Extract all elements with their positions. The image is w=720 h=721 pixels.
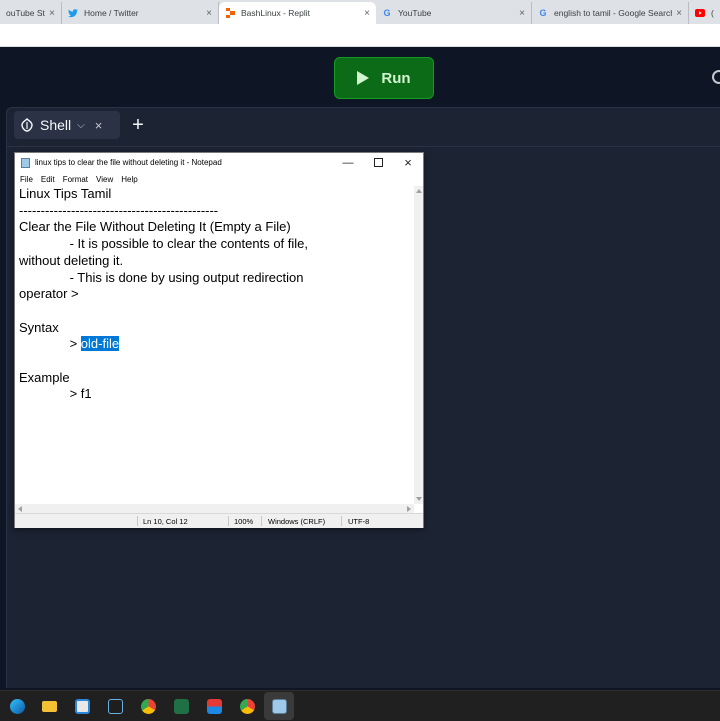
- tab-title: BashLinux - Replit: [241, 8, 310, 18]
- maximize-icon[interactable]: [363, 153, 393, 172]
- twitter-icon: [68, 8, 78, 18]
- close-icon[interactable]: ×: [206, 8, 212, 19]
- notepad-titlebar[interactable]: linux tips to clear the file without del…: [15, 153, 423, 172]
- status-divider: [341, 516, 342, 526]
- chevron-down-icon[interactable]: ⌵: [77, 120, 85, 131]
- text-line: Syntax: [19, 319, 59, 335]
- play-icon: [357, 71, 370, 85]
- tab-replit[interactable]: BashLinux - Replit ×: [219, 2, 376, 24]
- google-icon: G: [383, 8, 391, 18]
- text-line: Clear the File Without Deleting It (Empt…: [19, 219, 291, 235]
- status-divider: [261, 516, 262, 526]
- chrome-icon[interactable]: [141, 699, 156, 714]
- menu-help[interactable]: Help: [121, 175, 137, 184]
- text-line: without deleting it.: [19, 252, 124, 268]
- tab-google-search[interactable]: G english to tamil - Google Search ×: [532, 2, 689, 24]
- text-line: Example: [19, 369, 70, 385]
- status-divider: [228, 516, 229, 526]
- close-icon[interactable]: ×: [364, 8, 370, 19]
- close-icon[interactable]: ×: [393, 153, 423, 172]
- replit-icon: [225, 8, 235, 18]
- file-explorer-icon[interactable]: [42, 701, 57, 712]
- notepad-statusbar: Ln 10, Col 12 100% Windows (CRLF) UTF-8: [15, 513, 423, 528]
- store-icon[interactable]: [75, 699, 90, 714]
- run-button[interactable]: Run: [334, 57, 434, 99]
- window-title: linux tips to clear the file without del…: [35, 158, 222, 167]
- tab-youtube[interactable]: G YouTube ×: [376, 2, 532, 24]
- close-icon[interactable]: ×: [676, 8, 682, 19]
- text-line: operator >: [19, 286, 79, 302]
- notepad-window: linux tips to clear the file without del…: [14, 152, 424, 528]
- notepad-menubar: File Edit Format View Help: [15, 172, 423, 186]
- edge-icon[interactable]: [10, 699, 25, 714]
- horizontal-scrollbar[interactable]: [15, 504, 414, 513]
- menu-format[interactable]: Format: [63, 175, 88, 184]
- chrome-profile-icon[interactable]: [240, 699, 255, 714]
- tab-youtube-studio[interactable]: ouTube Stu ×: [0, 2, 62, 24]
- close-icon[interactable]: ×: [49, 8, 55, 19]
- notepad-text-area[interactable]: Linux Tips Tamil ------------------------…: [19, 186, 409, 648]
- selected-text: old-file: [80, 336, 120, 352]
- scroll-right-icon[interactable]: [407, 506, 411, 512]
- scroll-left-icon[interactable]: [18, 506, 22, 512]
- tab-youtube-video[interactable]: (: [689, 2, 720, 24]
- text-line: > old-file: [19, 336, 409, 353]
- text-line: > f1: [19, 386, 92, 402]
- status-divider: [137, 516, 138, 526]
- menu-view[interactable]: View: [96, 175, 113, 184]
- add-tab-button[interactable]: +: [128, 113, 148, 137]
- zoom-level: 100%: [234, 517, 254, 526]
- run-button-label: Run: [381, 69, 411, 87]
- scroll-down-icon[interactable]: [416, 497, 422, 501]
- shell-tab-label: Shell: [40, 117, 72, 133]
- tab-title: english to tamil - Google Search: [554, 8, 673, 18]
- text-line: ----------------------------------------…: [19, 202, 219, 218]
- minimize-icon[interactable]: —: [333, 153, 363, 172]
- app-icon[interactable]: [207, 699, 222, 714]
- tab-twitter[interactable]: Home / Twitter ×: [62, 2, 219, 24]
- google-icon: G: [539, 8, 547, 18]
- browser-tab-strip: ouTube Stu × Home / Twitter × BashLinux …: [0, 0, 720, 24]
- notepad-icon[interactable]: [272, 699, 287, 714]
- notepad-icon: [21, 157, 30, 168]
- scroll-up-icon[interactable]: [416, 189, 422, 193]
- youtube-icon: [695, 8, 705, 18]
- profile-icon[interactable]: [712, 70, 720, 84]
- close-icon[interactable]: ×: [519, 8, 525, 19]
- close-icon[interactable]: ×: [95, 118, 103, 133]
- excel-icon[interactable]: [174, 699, 189, 714]
- text-line: - It is possible to clear the contents o…: [19, 236, 309, 252]
- pane-divider: [6, 146, 720, 147]
- encoding: UTF-8: [348, 517, 370, 526]
- tab-title: Home / Twitter: [84, 8, 139, 18]
- text-line: [19, 353, 409, 370]
- vertical-scrollbar[interactable]: [414, 186, 423, 504]
- browser-toolbar: [0, 24, 720, 47]
- line-ending: Windows (CRLF): [268, 517, 326, 526]
- text-line: Linux Tips Tamil: [19, 186, 112, 201]
- terminal-icon[interactable]: [108, 699, 123, 714]
- menu-file[interactable]: File: [20, 175, 33, 184]
- menu-edit[interactable]: Edit: [41, 175, 55, 184]
- windows-taskbar: [0, 690, 720, 721]
- syntax-prefix: >: [19, 336, 81, 352]
- cursor-position: Ln 10, Col 12: [143, 517, 188, 526]
- text-line: [19, 303, 409, 320]
- tab-shell[interactable]: Shell ⌵ ×: [14, 111, 120, 139]
- tab-title: (: [711, 8, 714, 18]
- text-line: - This is done by using output redirecti…: [19, 269, 304, 285]
- tab-title: ouTube Stu: [6, 8, 45, 18]
- tab-title: YouTube: [398, 8, 432, 18]
- shell-icon: [20, 118, 34, 132]
